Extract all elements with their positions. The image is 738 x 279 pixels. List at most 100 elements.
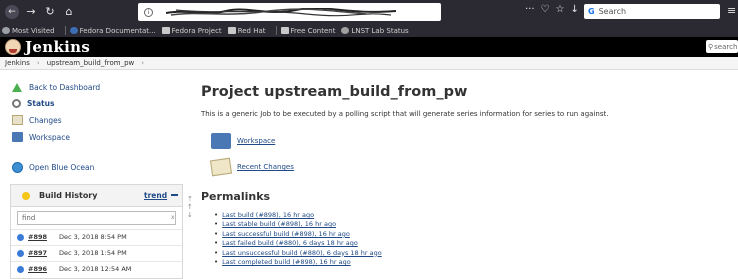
permalink-item[interactable]: Last successful build (#898), 16 hr ago bbox=[214, 230, 382, 239]
back-arrow-icon[interactable]: ← bbox=[5, 5, 19, 19]
folder-icon[interactable] bbox=[211, 133, 231, 149]
breadcrumb-chevron-icon[interactable]: › bbox=[141, 59, 144, 67]
main-panel: Project upstream_build_from_pw This is a… bbox=[200, 71, 738, 279]
trend-link[interactable]: trend bbox=[144, 191, 167, 200]
permalink-link[interactable]: Last unsuccessful build (#880), 6 days 1… bbox=[222, 249, 382, 258]
task-status[interactable]: Status bbox=[12, 99, 54, 108]
build-history-header: Build History trend bbox=[11, 185, 182, 207]
build-row[interactable]: #896 Dec 3, 2018 12:54 AM bbox=[11, 261, 182, 276]
folder-icon bbox=[161, 27, 170, 34]
browser-toolbar: ← → ↻ ⌂ i ··· ♡ ☆ ↓ G Search ≡ bbox=[0, 0, 738, 24]
task-back-to-dashboard[interactable]: Back to Dashboard bbox=[12, 83, 100, 92]
build-history-scroll-arrows: ⤒ ↑ ↓ bbox=[187, 195, 193, 219]
jenkins-title[interactable]: Jenkins bbox=[25, 38, 90, 56]
permalink-link[interactable]: Last completed build (#898), 16 hr ago bbox=[222, 258, 351, 267]
jenkins-header: Jenkins ⚲ search bbox=[0, 37, 738, 57]
folder-icon bbox=[227, 27, 236, 34]
gear-icon bbox=[2, 27, 10, 34]
url-bar[interactable]: i bbox=[138, 3, 441, 21]
bookmark-separator bbox=[64, 26, 66, 35]
bookmark-fedora-docs[interactable]: Fedora Documentat... bbox=[69, 26, 156, 35]
permalink-item[interactable]: Last stable build (#898), 16 hr ago bbox=[214, 220, 382, 229]
build-number[interactable]: #896 bbox=[28, 265, 56, 273]
recent-changes-link[interactable]: Recent Changes bbox=[237, 163, 294, 171]
build-number[interactable]: #898 bbox=[28, 233, 56, 241]
search-icon: ⚲ bbox=[708, 42, 714, 51]
task-open-blue-ocean[interactable]: Open Blue Ocean bbox=[12, 162, 94, 173]
clear-filter-icon[interactable]: x bbox=[171, 214, 175, 221]
build-date[interactable]: Dec 3, 2018 12:54 AM bbox=[59, 265, 131, 273]
task-label: Workspace bbox=[29, 132, 70, 142]
notepad-icon bbox=[12, 115, 23, 125]
permalink-link[interactable]: Last stable build (#898), 16 hr ago bbox=[222, 220, 336, 229]
download-icon[interactable]: ↓ bbox=[570, 4, 578, 15]
recent-changes-link-row[interactable]: Recent Changes bbox=[209, 157, 294, 177]
more-actions-icon[interactable]: ··· bbox=[525, 4, 535, 15]
workspace-link[interactable]: Workspace bbox=[237, 137, 275, 145]
trend-icon[interactable] bbox=[171, 194, 178, 196]
bookmarks-bar: Most Visited Fedora Documentat... Fedora… bbox=[0, 24, 738, 37]
site-info-icon[interactable]: i bbox=[144, 7, 153, 17]
folder-icon bbox=[280, 27, 289, 34]
search-engine-icon[interactable]: G bbox=[588, 7, 595, 16]
permalink-link[interactable]: Last failed build (#880), 6 days 18 hr a… bbox=[222, 239, 358, 248]
folder-icon bbox=[12, 132, 23, 142]
scroll-down-icon[interactable]: ↓ bbox=[187, 211, 193, 219]
home-icon[interactable]: ⌂ bbox=[62, 5, 76, 19]
build-status-ball-icon bbox=[17, 233, 24, 241]
bookmark-free-content[interactable]: Free Content bbox=[280, 27, 335, 35]
build-status-ball-icon bbox=[17, 265, 24, 273]
jenkins-search-input[interactable]: ⚲ search bbox=[706, 40, 738, 53]
build-row[interactable]: #897 Dec 3, 2018 1:54 PM bbox=[11, 245, 182, 260]
permalink-link[interactable]: Last successful build (#898), 16 hr ago bbox=[222, 230, 350, 239]
breadcrumb-jenkins[interactable]: Jenkins bbox=[5, 59, 30, 67]
task-workspace[interactable]: Workspace bbox=[12, 132, 70, 142]
build-date[interactable]: Dec 3, 2018 1:54 PM bbox=[59, 249, 127, 257]
breadcrumb-job[interactable]: upstream_build_from_pw bbox=[47, 59, 135, 67]
bookmark-red-hat[interactable]: Red Hat bbox=[227, 27, 266, 35]
task-changes[interactable]: Changes bbox=[12, 115, 62, 125]
permalink-item[interactable]: Last build (#898), 16 hr ago bbox=[214, 211, 382, 220]
globe-icon bbox=[341, 27, 350, 34]
blue-ocean-icon bbox=[12, 162, 23, 173]
task-label: Changes bbox=[29, 115, 62, 125]
filter-placeholder: find bbox=[22, 214, 36, 222]
notepad-icon[interactable] bbox=[209, 157, 233, 177]
scroll-up-icon[interactable]: ↑ bbox=[187, 203, 193, 211]
permalink-link[interactable]: Last build (#898), 16 hr ago bbox=[222, 211, 314, 220]
browser-search-input[interactable]: G Search bbox=[584, 4, 720, 19]
build-row[interactable]: #898 Dec 3, 2018 8:54 PM bbox=[11, 229, 182, 244]
menu-icon[interactable]: ≡ bbox=[727, 4, 736, 17]
search-placeholder: Search bbox=[598, 7, 627, 16]
forward-arrow-icon[interactable]: → bbox=[24, 5, 38, 19]
build-history-title: Build History bbox=[39, 191, 98, 200]
bookmark-label: Most Visited bbox=[12, 26, 55, 35]
bookmark-fedora-project[interactable]: Fedora Project bbox=[161, 27, 222, 35]
bookmark-star-icon[interactable]: ☆ bbox=[556, 4, 565, 15]
permalinks-list: Last build (#898), 16 hr ago Last stable… bbox=[214, 211, 382, 267]
breadcrumb-chevron-icon[interactable]: › bbox=[37, 59, 40, 67]
bookmark-label: LNST Lab Status bbox=[351, 26, 409, 35]
breadcrumb: Jenkins › upstream_build_from_pw › bbox=[0, 57, 738, 70]
weather-sun-icon bbox=[22, 191, 30, 200]
task-label: Status bbox=[27, 99, 55, 108]
magnifier-icon bbox=[12, 99, 21, 108]
workspace-link-row[interactable]: Workspace bbox=[211, 133, 275, 149]
permalink-item[interactable]: Last completed build (#898), 16 hr ago bbox=[214, 258, 382, 267]
build-filter-input[interactable]: find bbox=[17, 211, 176, 225]
redacted-url-scribble bbox=[166, 8, 396, 17]
bookmark-most-visited[interactable]: Most Visited bbox=[2, 27, 55, 35]
permalink-item[interactable]: Last unsuccessful build (#880), 6 days 1… bbox=[214, 249, 382, 258]
build-date[interactable]: Dec 3, 2018 8:54 PM bbox=[59, 233, 127, 241]
jenkins-logo-icon[interactable] bbox=[5, 39, 21, 55]
pocket-icon[interactable]: ♡ bbox=[541, 4, 550, 15]
search-placeholder: search bbox=[714, 42, 738, 51]
task-label: Back to Dashboard bbox=[29, 83, 101, 92]
reload-icon[interactable]: ↻ bbox=[43, 5, 57, 19]
page-title: Project upstream_build_from_pw bbox=[201, 84, 468, 100]
bookmark-lnst-lab-status[interactable]: LNST Lab Status bbox=[341, 26, 409, 35]
permalink-item[interactable]: Last failed build (#880), 6 days 18 hr a… bbox=[214, 239, 382, 248]
scroll-top-icon[interactable]: ⤒ bbox=[188, 195, 191, 203]
bookmark-label: Fedora Documentat... bbox=[79, 26, 156, 35]
build-number[interactable]: #897 bbox=[28, 249, 56, 257]
